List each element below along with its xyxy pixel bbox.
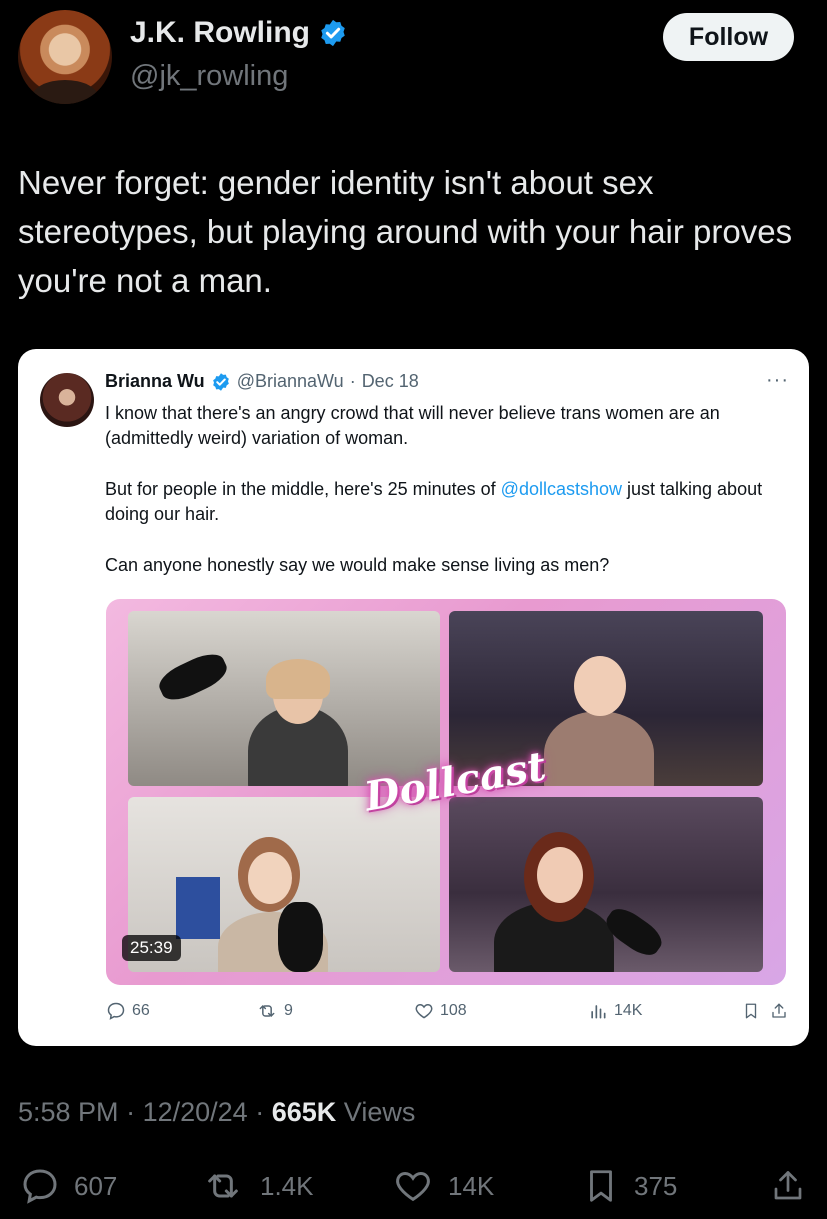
author-handle[interactable]: @jk_rowling (130, 60, 288, 93)
quoted-repost-button[interactable]: 9 (256, 1001, 293, 1021)
bookmark-icon (582, 1166, 620, 1206)
repost-count: 1.4K (260, 1170, 314, 1201)
analytics-icon (588, 1001, 608, 1021)
quoted-paragraph-2: But for people in the middle, here's 25 … (105, 477, 785, 527)
more-options-icon[interactable]: ··· (766, 369, 789, 392)
like-button[interactable]: 14K (392, 1163, 494, 1209)
quoted-reply-count: 66 (132, 1002, 150, 1019)
tweet-text: Never forget: gender identity isn't abou… (18, 164, 793, 299)
quoted-tweet-card[interactable]: Brianna Wu @BriannaWu · Dec 18 ··· I kno… (18, 349, 809, 1046)
video-thumbnail[interactable]: Dollcast 25:39 (106, 599, 786, 985)
view-count: 665K (271, 1097, 337, 1127)
repost-icon (256, 1001, 278, 1021)
timestamp-separator: · (126, 1097, 136, 1127)
quoted-author-avatar[interactable] (40, 373, 94, 427)
quoted-views-button[interactable]: 14K (588, 1001, 642, 1021)
heart-icon (392, 1166, 434, 1206)
bookmark-button[interactable]: 375 (582, 1163, 677, 1209)
share-icon (770, 1166, 806, 1206)
reply-button[interactable]: 607 (20, 1163, 117, 1209)
heart-icon (414, 1001, 434, 1021)
quoted-share-button[interactable] (770, 1001, 788, 1021)
repost-icon (200, 1166, 246, 1206)
quoted-paragraph-3: Can anyone honestly say we would make se… (105, 555, 610, 575)
quoted-display-name[interactable]: Brianna Wu (105, 371, 205, 392)
follow-button[interactable]: Follow (663, 13, 794, 61)
bookmark-icon (742, 1001, 760, 1021)
tweet-timestamp: 5:58 PM · 12/20/24 · 665K Views (18, 1097, 415, 1128)
bookmark-count: 375 (634, 1170, 678, 1201)
quoted-actions-bar: 66 9 108 14K (106, 1001, 786, 1025)
video-panel-bottom-right (449, 797, 763, 972)
quoted-tweet-text: I know that there's an angry crowd that … (105, 401, 785, 604)
reply-icon (20, 1166, 60, 1206)
quoted-verified-badge-icon (211, 372, 231, 392)
verified-badge-icon (318, 18, 348, 48)
quoted-repost-count: 9 (284, 1002, 293, 1019)
quoted-views-count: 14K (614, 1002, 643, 1019)
reply-count: 607 (74, 1170, 118, 1201)
quoted-like-button[interactable]: 108 (414, 1001, 467, 1021)
quoted-separator: · (349, 371, 356, 391)
repost-button[interactable]: 1.4K (200, 1163, 314, 1209)
timestamp-separator-2: · (255, 1097, 265, 1127)
quoted-handle[interactable]: @BriannaWu (237, 371, 344, 392)
quoted-paragraph-1: I know that there's an angry crowd that … (105, 403, 720, 448)
quoted-paragraph-2-text: But for people in the middle, here's 25 … (105, 479, 501, 499)
views-label: Views (343, 1097, 416, 1127)
share-icon (770, 1001, 788, 1021)
author-display-name[interactable]: J.K. Rowling (130, 16, 310, 50)
video-duration: 25:39 (122, 935, 181, 961)
author-avatar[interactable] (18, 10, 112, 104)
share-button[interactable] (770, 1163, 806, 1209)
quoted-reply-button[interactable]: 66 (106, 1001, 150, 1021)
tweet-date[interactable]: 12/20/24 (143, 1097, 248, 1127)
tweet-actions-bar: 607 1.4K 14K 375 (0, 1163, 827, 1209)
mention-link[interactable]: @dollcastshow (501, 479, 622, 499)
like-count: 14K (448, 1170, 495, 1201)
tweet-time[interactable]: 5:58 PM (18, 1097, 119, 1127)
quoted-date[interactable]: Dec 18 (362, 371, 419, 392)
quoted-bookmark-button[interactable] (742, 1001, 760, 1021)
reply-icon (106, 1001, 126, 1021)
quoted-like-count: 108 (440, 1002, 467, 1019)
